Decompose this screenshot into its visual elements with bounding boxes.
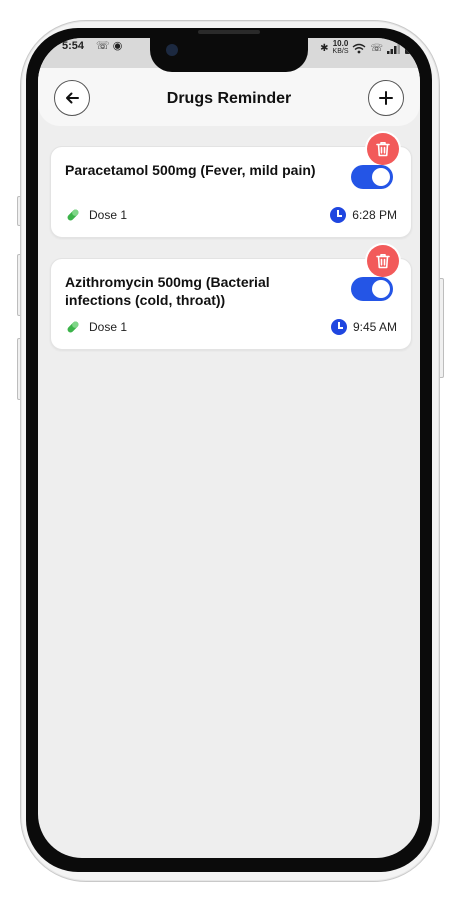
- dose-label: Dose 1: [89, 320, 128, 334]
- network-speed-value: 10.0: [332, 39, 349, 48]
- add-reminder-button[interactable]: [368, 80, 404, 116]
- app-screen: 5:54 ☏ ◉ ✱ 10.0 KB/S ☏ Drugs Reminder Pa…: [38, 38, 420, 858]
- trash-icon: [376, 254, 390, 269]
- time-label: 9:45 AM: [352, 320, 397, 334]
- status-right-icons: ✱ 10.0 KB/S ☏: [320, 40, 412, 56]
- pill-icon: [67, 321, 79, 333]
- clock-icon: [330, 319, 347, 335]
- reminder-card: Azithromycin 500mg (Bacterial infections…: [50, 245, 412, 350]
- time-label: 6:28 PM: [352, 208, 397, 222]
- toggle-knob: [372, 280, 390, 298]
- pill-icon: [67, 209, 79, 221]
- plus-icon: [379, 91, 393, 105]
- dose-info: Dose 1: [65, 207, 127, 223]
- status-notification-icons: ☏ ◉: [96, 40, 123, 52]
- call-icon: ☏: [370, 42, 383, 54]
- bluetooth-icon: ✱: [320, 42, 329, 54]
- battery-icon: [405, 43, 412, 54]
- trash-icon: [376, 142, 390, 157]
- delete-reminder-button[interactable]: [367, 245, 399, 277]
- status-time: 5:54: [62, 40, 85, 52]
- front-camera: [166, 44, 178, 56]
- reminder-card: Paracetamol 500mg (Fever, mild pain) Dos…: [50, 133, 412, 238]
- wifi-icon: [353, 43, 366, 53]
- reminder-time: 6:28 PM: [330, 207, 397, 223]
- earpiece-speaker: [198, 30, 260, 34]
- network-speed: 10.0 KB/S: [333, 40, 349, 56]
- network-speed-unit: KB/S: [332, 48, 349, 55]
- clock-icon: [330, 207, 347, 223]
- drug-name: Azithromycin 500mg (Bacterial infections…: [65, 274, 270, 308]
- dose-info: Dose 1: [65, 319, 127, 335]
- dose-label: Dose 1: [89, 208, 128, 222]
- delete-reminder-button[interactable]: [367, 133, 399, 165]
- reminder-toggle[interactable]: [351, 165, 393, 189]
- signal-icon: [387, 42, 400, 54]
- reminder-toggle[interactable]: [351, 277, 393, 301]
- page-title: Drugs Reminder: [166, 90, 292, 107]
- app-header: Drugs Reminder: [38, 68, 420, 126]
- reminder-time: 9:45 AM: [330, 319, 397, 335]
- drug-name: Paracetamol 500mg (Fever, mild pain): [65, 162, 316, 178]
- toggle-knob: [372, 168, 390, 186]
